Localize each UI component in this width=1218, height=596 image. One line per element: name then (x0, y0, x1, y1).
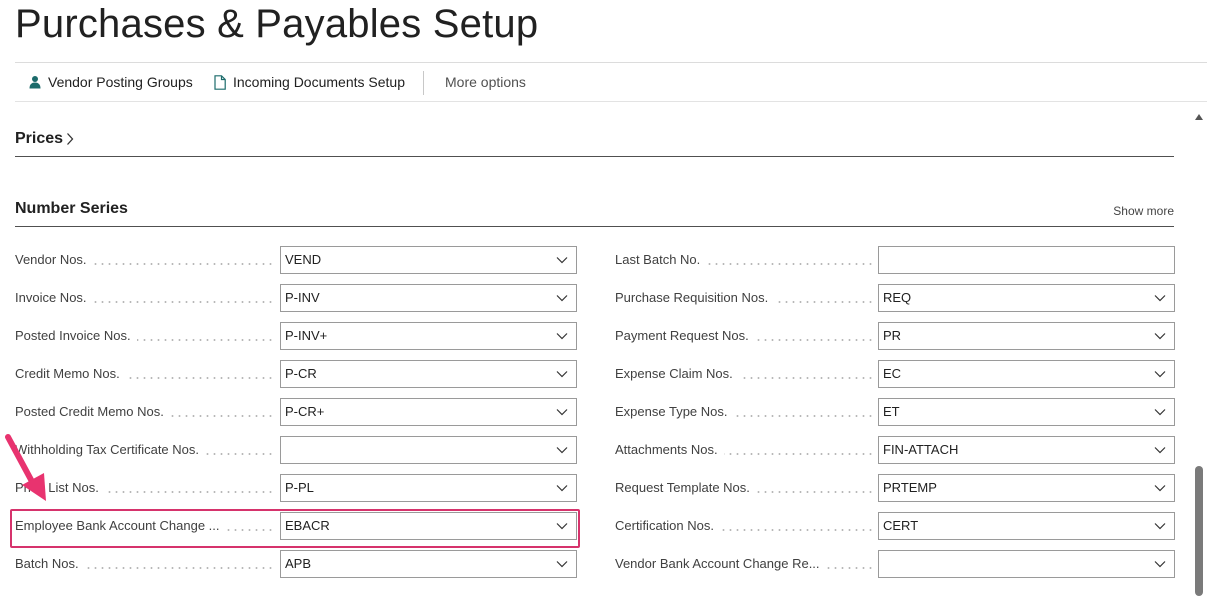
page-title: Purchases & Payables Setup (15, 2, 539, 46)
number-series-section-title: Number Series (15, 200, 128, 217)
action-divider (15, 101, 1207, 102)
more-options-button[interactable]: More options (445, 74, 526, 90)
vendor-posting-groups-label: Vendor Posting Groups (48, 74, 193, 90)
field-label: Attachments Nos. (615, 436, 873, 464)
chevron-down-icon[interactable] (1154, 558, 1166, 570)
field-label: Payment Request Nos. (615, 322, 873, 350)
field-value: P-INV (285, 290, 320, 305)
chevron-down-icon[interactable] (1154, 406, 1166, 418)
field-label: Certification Nos. (615, 512, 873, 540)
title-divider (15, 62, 1207, 63)
field-label: Vendor Bank Account Change Re... (615, 550, 873, 578)
field-label: Expense Type Nos. (615, 398, 873, 426)
scroll-thumb[interactable] (1195, 466, 1203, 596)
last-batch-no-input[interactable] (878, 246, 1175, 274)
chevron-right-icon (66, 132, 74, 146)
field-value: VEND (285, 252, 322, 267)
field-label: Posted Credit Memo Nos. (15, 398, 275, 426)
field-value: P-PL (285, 480, 314, 495)
field-value: ET (883, 404, 900, 419)
scrollbar[interactable] (1192, 110, 1206, 596)
incoming-documents-setup-button[interactable]: Incoming Documents Setup (212, 74, 405, 90)
person-icon (27, 74, 43, 90)
incoming-documents-setup-label: Incoming Documents Setup (233, 74, 405, 90)
chevron-down-icon[interactable] (556, 368, 568, 380)
credit-memo-nos-input[interactable]: P-CR (280, 360, 577, 388)
chevron-down-icon[interactable] (556, 558, 568, 570)
field-value: FIN-ATTACH (883, 442, 959, 457)
action-separator (423, 71, 424, 95)
field-label: Posted Invoice Nos. (15, 322, 275, 350)
field-label: Batch Nos. (15, 550, 275, 578)
field-label: Last Batch No. (615, 246, 873, 274)
posted-invoice-nos-input[interactable]: P-INV+ (280, 322, 577, 350)
field-label: Request Template Nos. (615, 474, 873, 502)
expense-type-nos-input[interactable]: ET (878, 398, 1175, 426)
chevron-down-icon[interactable] (1154, 368, 1166, 380)
prices-section-header[interactable]: Prices (15, 130, 74, 148)
invoice-nos-input[interactable]: P-INV (280, 284, 577, 312)
field-value: CERT (883, 518, 919, 533)
batch-nos-input[interactable]: APB (280, 550, 577, 578)
field-value: REQ (883, 290, 912, 305)
number-series-section-line (15, 226, 1174, 227)
chevron-down-icon[interactable] (556, 482, 568, 494)
chevron-down-icon[interactable] (556, 406, 568, 418)
field-label: Vendor Nos. (15, 246, 275, 274)
scroll-up-icon[interactable] (1195, 114, 1203, 120)
chevron-down-icon[interactable] (1154, 482, 1166, 494)
expense-claim-nos-input[interactable]: EC (878, 360, 1175, 388)
field-value: P-CR+ (285, 404, 325, 419)
chevron-down-icon[interactable] (1154, 520, 1166, 532)
field-label: Credit Memo Nos. (15, 360, 275, 388)
chevron-down-icon[interactable] (556, 330, 568, 342)
field-value: PR (883, 328, 902, 343)
field-label: Invoice Nos. (15, 284, 275, 312)
posted-credit-memo-nos-input[interactable]: P-CR+ (280, 398, 577, 426)
field-value: P-CR (285, 366, 317, 381)
purchase-requisition-nos-input[interactable]: REQ (878, 284, 1175, 312)
field-value: P-INV+ (285, 328, 328, 343)
chevron-down-icon[interactable] (1154, 292, 1166, 304)
document-icon (212, 74, 228, 90)
field-value: APB (285, 556, 312, 571)
field-value: PRTEMP (883, 480, 937, 495)
vendor-posting-groups-button[interactable]: Vendor Posting Groups (27, 74, 193, 90)
prices-section-line (15, 156, 1174, 157)
price-list-nos-input[interactable]: P-PL (280, 474, 577, 502)
payment-request-nos-input[interactable]: PR (878, 322, 1175, 350)
request-template-nos-input[interactable]: PRTEMP (878, 474, 1175, 502)
action-bar: Vendor Posting Groups Incoming Documents… (15, 64, 1207, 101)
field-label: Expense Claim Nos. (615, 360, 873, 388)
attachments-nos-input[interactable]: FIN-ATTACH (878, 436, 1175, 464)
highlight-box (10, 509, 580, 548)
vendor-bank-account-change-input[interactable] (878, 550, 1175, 578)
arrow-icon (5, 434, 46, 501)
vendor-nos-input[interactable]: VEND (280, 246, 577, 274)
chevron-down-icon[interactable] (1154, 444, 1166, 456)
chevron-down-icon[interactable] (556, 444, 568, 456)
chevron-down-icon[interactable] (556, 292, 568, 304)
field-label: Purchase Requisition Nos. (615, 284, 873, 312)
chevron-down-icon[interactable] (556, 254, 568, 266)
withholding-tax-certificate-nos-input[interactable] (280, 436, 577, 464)
chevron-down-icon[interactable] (1154, 330, 1166, 342)
certification-nos-input[interactable]: CERT (878, 512, 1175, 540)
field-value: EC (883, 366, 902, 381)
more-options-label: More options (445, 74, 526, 90)
show-more-link[interactable]: Show more (1113, 204, 1174, 218)
prices-section-title: Prices (15, 130, 64, 147)
